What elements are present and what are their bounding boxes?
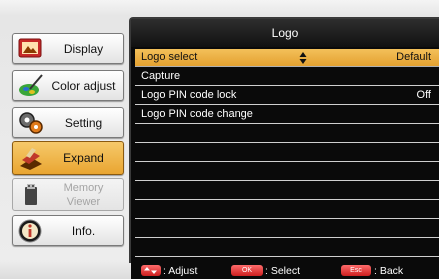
color-adjust-icon (19, 74, 43, 96)
row-logo-pin-code-lock[interactable]: Logo PIN code lock Off (135, 87, 439, 105)
menu-item-info[interactable]: Info. (12, 215, 124, 246)
menu-item-label: Expand (63, 151, 104, 165)
setting-icon (19, 112, 43, 134)
list-item (135, 163, 439, 181)
row-value: Default (396, 51, 431, 63)
list-item (135, 182, 439, 200)
up-down-arrows-icon (299, 52, 307, 64)
esc-key: Esc (341, 265, 371, 276)
row-name: Logo PIN code change (141, 108, 253, 120)
panel-title: Logo (131, 19, 439, 47)
select-label: : Select (265, 265, 301, 277)
back-label: : Back (374, 265, 404, 277)
adjust-label: : Adjust (163, 265, 198, 277)
expand-icon (20, 148, 42, 170)
display-icon (18, 38, 42, 58)
menu-item-label: Memory Viewer (63, 181, 104, 208)
info-icon (18, 219, 42, 243)
menu-item-memory-viewer[interactable]: Memory Viewer (12, 178, 124, 211)
menu-item-setting[interactable]: Setting (12, 107, 124, 138)
row-logo-select[interactable]: Logo select Default (135, 49, 439, 67)
up-down-arrow-icon (144, 267, 157, 274)
menu-item-color-adjust[interactable]: Color adjust (12, 70, 124, 101)
list-item (135, 201, 439, 219)
menu-item-label: Color adjust (51, 78, 116, 93)
up-down-key-icon (141, 265, 161, 276)
menu-item-label: Display (63, 41, 104, 56)
list-item (135, 239, 439, 257)
logo-panel: Logo Logo select Default Capture Logo PI… (129, 17, 439, 263)
row-capture[interactable]: Capture (135, 68, 439, 86)
row-name: Capture (141, 70, 181, 82)
help-bar: : Adjust OK : Select Esc : Back (131, 263, 439, 279)
menu-item-label: Setting (64, 115, 103, 130)
ok-key: OK (231, 265, 263, 276)
row-name: Logo PIN code lock (141, 89, 237, 101)
menu-item-display[interactable]: Display (12, 33, 124, 64)
row-logo-pin-code-change[interactable]: Logo PIN code change (135, 106, 439, 124)
list-item (135, 144, 439, 162)
memory-viewer-icon (25, 184, 37, 205)
list-item (135, 220, 439, 238)
list-item (135, 125, 439, 143)
menu-item-expand[interactable]: Expand (12, 141, 124, 175)
row-value: Off (416, 89, 431, 101)
row-name: Logo select (141, 51, 198, 63)
menu-item-label: Info. (71, 223, 96, 238)
